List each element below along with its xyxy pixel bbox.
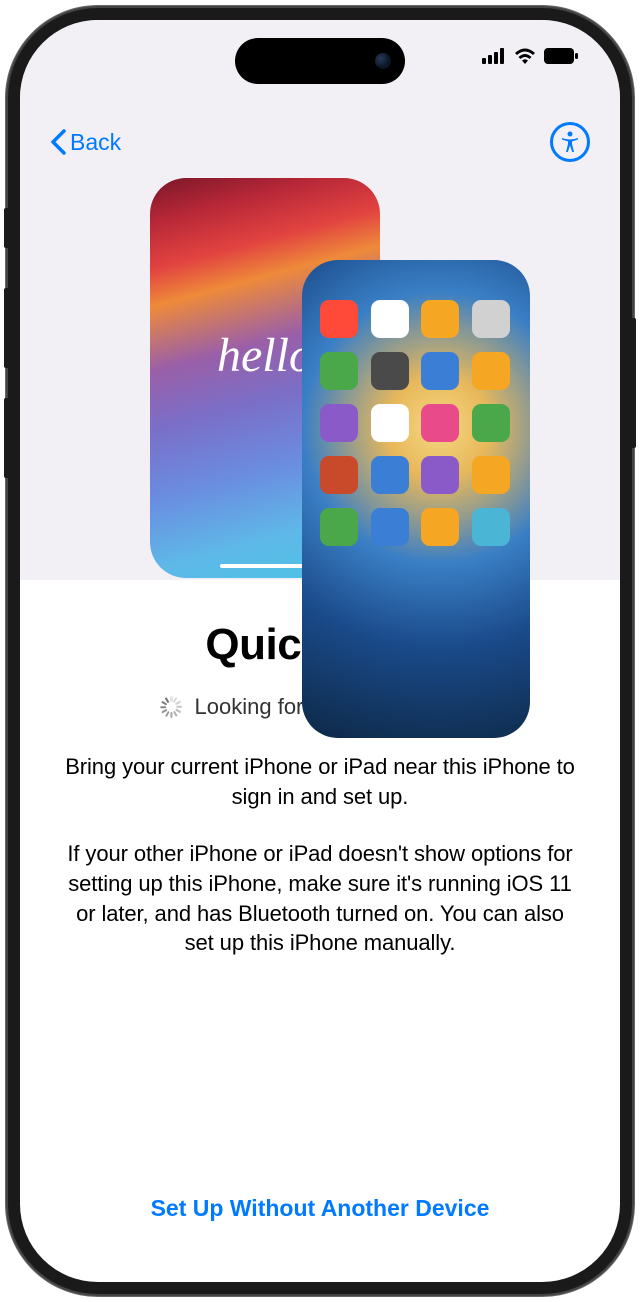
app-icon-graphic [371, 404, 409, 442]
back-label: Back [70, 129, 121, 156]
mute-switch [4, 208, 10, 248]
app-icon-graphic [320, 404, 358, 442]
spinner-icon [161, 696, 183, 718]
instruction-text-2: If your other iPhone or iPad doesn't sho… [60, 839, 580, 958]
app-icon-graphic [371, 300, 409, 338]
app-icon-graphic [472, 300, 510, 338]
app-grid-graphic [320, 300, 512, 546]
front-camera [375, 53, 391, 69]
devices-illustration: hello [20, 178, 620, 578]
screen: Back hello Quick S [20, 20, 620, 1282]
app-icon-graphic [421, 508, 459, 546]
app-icon-graphic [421, 300, 459, 338]
app-icon-graphic [320, 300, 358, 338]
nav-bar: Back [20, 122, 620, 162]
homescreen-phone-graphic [302, 260, 530, 738]
battery-icon [544, 48, 578, 64]
power-button [630, 318, 636, 448]
setup-without-device-link[interactable]: Set Up Without Another Device [20, 1195, 620, 1222]
volume-up-button [4, 288, 10, 368]
dynamic-island [235, 38, 405, 84]
volume-down-button [4, 398, 10, 478]
app-icon-graphic [472, 508, 510, 546]
chevron-left-icon [50, 129, 66, 155]
app-icon-graphic [320, 456, 358, 494]
status-bar [482, 48, 578, 64]
device-frame: Back hello Quick S [8, 8, 632, 1294]
accessibility-icon [558, 130, 582, 154]
accessibility-button[interactable] [550, 122, 590, 162]
app-icon-graphic [472, 352, 510, 390]
instruction-text-1: Bring your current iPhone or iPad near t… [60, 752, 580, 811]
app-icon-graphic [371, 508, 409, 546]
app-icon-graphic [472, 404, 510, 442]
app-icon-graphic [371, 352, 409, 390]
app-icon-graphic [320, 352, 358, 390]
app-icon-graphic [320, 508, 358, 546]
app-icon-graphic [421, 456, 459, 494]
back-button[interactable]: Back [50, 129, 121, 156]
app-icon-graphic [421, 352, 459, 390]
home-indicator-graphic [220, 564, 310, 568]
hero-section: Back hello [20, 20, 620, 580]
wifi-icon [514, 48, 536, 64]
app-icon-graphic [421, 404, 459, 442]
app-icon-graphic [472, 456, 510, 494]
app-icon-graphic [371, 456, 409, 494]
cellular-signal-icon [482, 48, 506, 64]
